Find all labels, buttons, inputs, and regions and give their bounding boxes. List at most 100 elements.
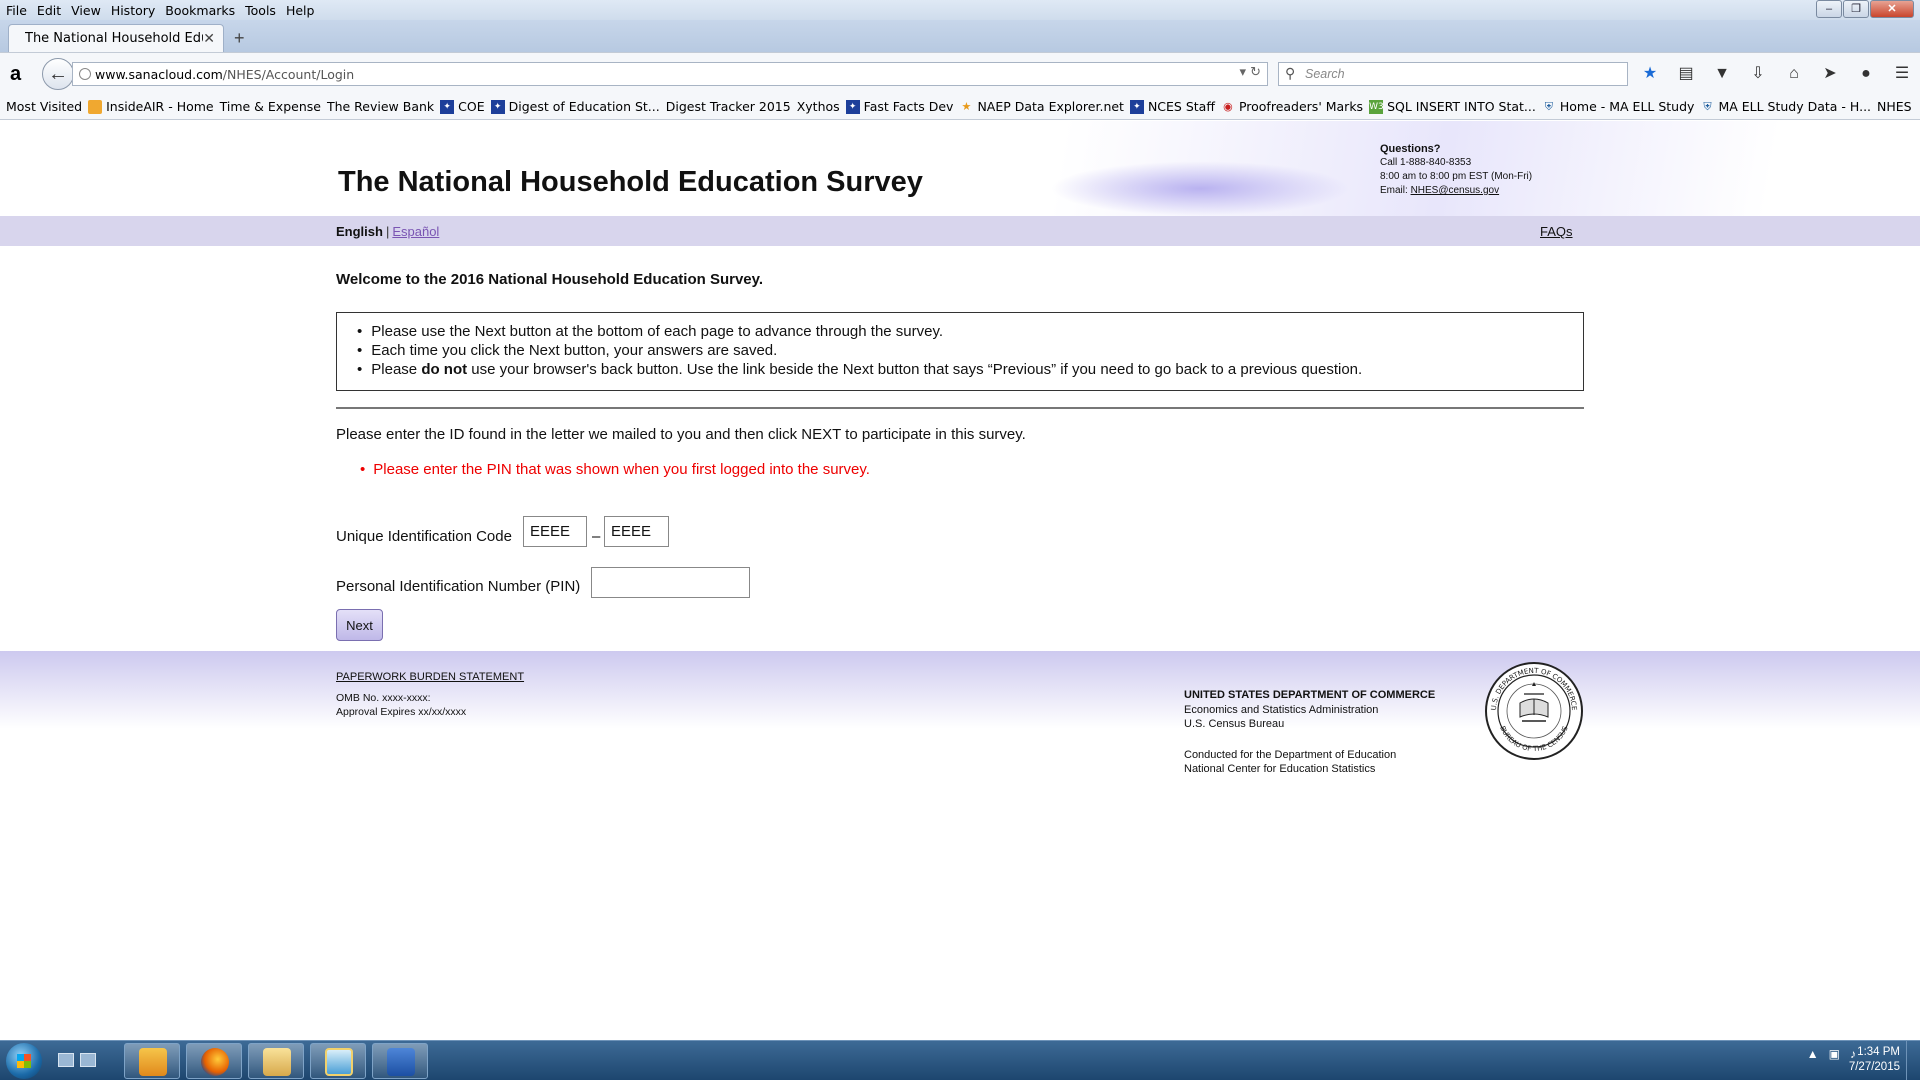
app-icon (325, 1048, 353, 1076)
omb-info: OMB No. xxxx-xxxx: Approval Expires xx/x… (336, 691, 466, 719)
bookmark-item[interactable]: Most Visited (0, 99, 82, 228)
tray-expand-icon[interactable]: ▲ (1807, 1047, 1819, 1061)
menu-bookmarks[interactable]: Bookmarks (160, 3, 240, 18)
start-button[interactable] (6, 1043, 42, 1079)
taskbar-word[interactable] (372, 1043, 428, 1079)
close-window-button[interactable]: ✕ (1870, 0, 1914, 18)
url-path: /NHES/Account/Login (222, 66, 355, 82)
bookmark-item[interactable]: ★ NAEP Data Explorer.net (959, 99, 1124, 114)
bookmark-item[interactable]: ✦ NCES Staff (1129, 99, 1215, 114)
instruction-emphasis: do not (421, 361, 468, 378)
show-desktop-icon[interactable] (58, 1053, 74, 1067)
clock-time: 1:34 PM (1857, 1046, 1900, 1058)
bookmark-item[interactable]: ✦ Fast Facts Dev (845, 99, 953, 114)
pocket-icon[interactable]: ▼ (1710, 63, 1734, 85)
close-tab-icon[interactable]: ✕ (203, 31, 215, 47)
insideair-icon (88, 99, 103, 114)
taskbar-firefox[interactable] (186, 1043, 242, 1079)
search-input[interactable]: ⚲ Search (1278, 62, 1628, 86)
minimize-button[interactable]: – (1816, 0, 1842, 18)
pin-input[interactable] (591, 567, 750, 598)
folder-icon (263, 1048, 291, 1076)
bookmark-label: Proofreaders' Marks (1238, 99, 1364, 114)
menu-help[interactable]: Help (281, 3, 320, 18)
new-tab-icon[interactable]: + (234, 28, 245, 49)
menu-file[interactable]: File (0, 3, 32, 18)
next-button[interactable]: Next (336, 609, 383, 641)
bookmark-item[interactable]: Digest Tracker 2015 (0, 99, 791, 228)
bookmark-item[interactable]: ◉ Proofreaders' Marks (1221, 99, 1363, 114)
taskbar-app[interactable] (310, 1043, 366, 1079)
bookmark-item[interactable]: Xythos (0, 99, 840, 228)
share-icon[interactable]: ➤ (1818, 63, 1842, 85)
paperwork-burden-link[interactable]: PAPERWORK BURDEN STATEMENT (336, 671, 524, 683)
site-info-icon[interactable] (79, 68, 91, 80)
search-placeholder: Search (1305, 67, 1345, 81)
instruction-text: use your browser's back button. Use the … (467, 361, 1363, 378)
contact-phone: Call 1-888-840-8353 (1380, 157, 1472, 168)
clock-date: 7/27/2015 (1848, 1061, 1900, 1073)
contact-email-row: Email: NHES@census.gov (1380, 184, 1532, 198)
bookmark-label: NHES (1877, 99, 1912, 114)
bookmark-label: SQL INSERT INTO Stat... (1387, 99, 1536, 114)
network-icon[interactable]: ▣ (1829, 1047, 1840, 1061)
nav-toolbar: a ← www.sanacloud.com/NHES/Account/Login… (0, 52, 1920, 94)
chat-icon[interactable]: ● (1854, 63, 1878, 85)
bookmark-item[interactable]: InsideAIR - Home (88, 99, 214, 114)
email-link[interactable]: NHES@census.gov (1411, 185, 1500, 196)
bookmark-item[interactable]: W3 SQL INSERT INTO Stat... (1369, 99, 1536, 114)
nces-icon: ✦ (490, 99, 505, 114)
bookmark-star-icon[interactable]: ★ (1638, 63, 1662, 85)
url-domain: www.sanacloud.com (95, 66, 223, 82)
bookmark-item[interactable]: ✦ COE (440, 99, 485, 114)
tab-active[interactable]: The National Household Educa... ✕ (8, 24, 224, 52)
dept-commerce: UNITED STATES DEPARTMENT OF COMMERCE (1184, 689, 1436, 701)
menu-edit[interactable]: Edit (32, 3, 66, 18)
menu-history[interactable]: History (106, 3, 160, 18)
bookmark-label: Time & Expense (219, 99, 321, 114)
instructions-list: Please use the Next button at the bottom… (357, 322, 1362, 379)
restore-button[interactable]: ❐ (1843, 0, 1869, 18)
downloads-icon[interactable]: ⇩ (1746, 63, 1770, 85)
back-button[interactable]: ← (42, 58, 74, 90)
firefox-icon (201, 1048, 229, 1076)
bookmark-label: Home - MA ELL Study (1559, 99, 1695, 114)
approval-expires: Approval Expires xx/xx/xxxx (336, 706, 467, 718)
taskbar-explorer[interactable] (248, 1043, 304, 1079)
census-bureau-seal-icon: U.S. DEPARTMENT OF COMMERCE BUREAU OF TH… (1485, 662, 1583, 760)
bookmark-item[interactable]: ⛨ Home - MA ELL Study (1542, 99, 1695, 114)
faqs-link[interactable]: FAQs (1540, 224, 1573, 239)
word-icon (387, 1048, 415, 1076)
bookmark-item[interactable]: ⛨ MA ELL Study Data - H... (1700, 99, 1871, 114)
show-desktop-button[interactable] (1906, 1041, 1920, 1080)
menu-tools[interactable]: Tools (240, 3, 281, 18)
tab-title: The National Household Educa... (25, 31, 203, 46)
amazon-icon[interactable]: a (10, 63, 21, 86)
bookmark-label: Digest Tracker 2015 (665, 99, 791, 114)
menu-view[interactable]: View (66, 3, 106, 18)
taskbar-outlook[interactable] (124, 1043, 180, 1079)
bookmark-item[interactable]: NHES (0, 99, 1912, 228)
url-bar[interactable]: www.sanacloud.com/NHES/Account/Login ▾ ↻ (72, 62, 1268, 86)
switch-windows-icon[interactable] (80, 1053, 96, 1067)
reading-list-icon[interactable]: ▤ (1674, 63, 1698, 85)
proofreaders-icon: ◉ (1223, 99, 1233, 113)
menu-hamburger-icon[interactable]: ☰ (1890, 63, 1914, 85)
home-icon[interactable]: ⌂ (1782, 63, 1806, 85)
pin-label: Personal Identification Number (PIN) (336, 578, 581, 595)
reload-icon[interactable]: ▾ ↻ (1239, 65, 1261, 80)
contact-hours: 8:00 am to 8:00 pm EST (Mon-Fri) (1380, 171, 1533, 182)
outlook-icon (139, 1048, 167, 1076)
menu-bar: File Edit View History Bookmarks Tools H… (0, 0, 1920, 20)
lang-spanish-link[interactable]: Español (392, 224, 439, 239)
clock[interactable]: 1:34 PM 7/27/2015 (1849, 1045, 1900, 1075)
census-name: U.S. Census Bureau (1184, 718, 1285, 730)
uic-part2-input[interactable] (604, 516, 669, 547)
conducted-for: Conducted for the Department of Educatio… (1184, 748, 1397, 761)
bookmark-item[interactable]: ✦ Digest of Education St... (490, 99, 660, 114)
uic-part1-input[interactable] (523, 516, 587, 547)
divider (336, 407, 1584, 409)
bookmark-item[interactable]: The Review Bank (0, 99, 435, 228)
bookmark-label: The Review Bank (326, 99, 435, 114)
bookmark-item[interactable]: Time & Expense (0, 99, 321, 228)
